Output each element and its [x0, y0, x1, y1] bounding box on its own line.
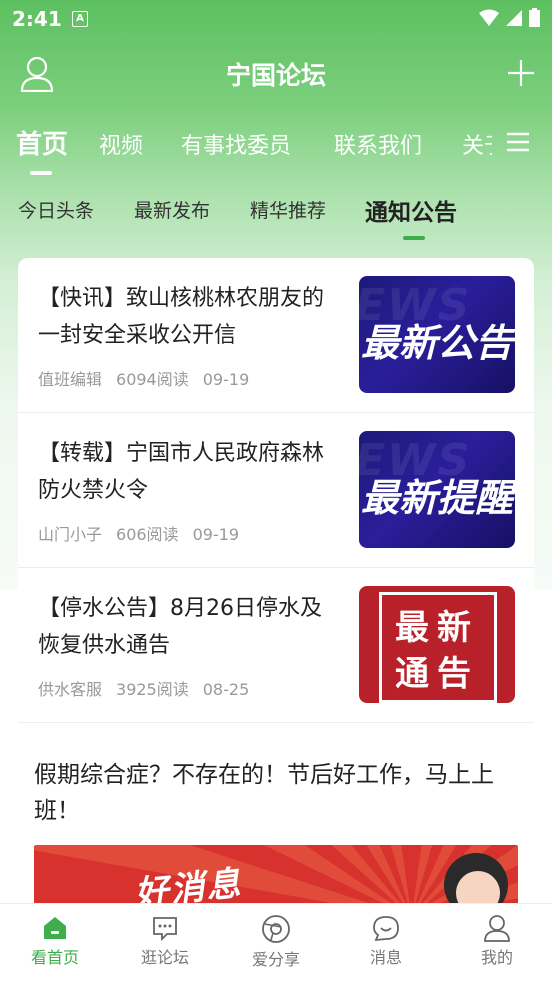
divider — [18, 722, 534, 723]
nav-label: 看首页 — [30, 948, 79, 967]
chat-icon — [153, 917, 177, 942]
wifi-icon — [479, 9, 499, 26]
news-item[interactable]: 【快讯】致山核桃林农朋友的一封安全采收公开信 值班编辑 6094阅读 09-19 E… — [18, 258, 534, 413]
sub-tab-indicator — [403, 236, 425, 240]
main-tab-indicator — [30, 171, 52, 175]
subtab-featured[interactable]: 精华推荐 — [250, 196, 326, 223]
subtab-notices[interactable]: 通知公告 — [365, 193, 457, 227]
battery-icon — [529, 8, 540, 27]
news-item[interactable]: 【转载】宁国市人民政府森林防火禁火令 山门小子 606阅读 09-19 EWS 最新… — [18, 413, 534, 568]
tab-home[interactable]: 首页 — [16, 124, 68, 161]
profile-icon — [484, 915, 510, 942]
news-date: 09-19 — [192, 525, 240, 544]
banner-text: 好消息 — [132, 863, 245, 905]
status-time: 2:41 — [12, 7, 62, 31]
app-title: 宁国论坛 — [225, 61, 326, 90]
nav-label: 爱分享 — [251, 950, 300, 969]
article-title[interactable]: 假期综合症？不存在的！节后好工作，马上上班！ — [34, 757, 518, 829]
subtab-latest[interactable]: 最新发布 — [134, 196, 210, 223]
nav-label: 我的 — [480, 948, 513, 967]
news-date: 08-25 — [202, 680, 250, 699]
message-icon — [373, 916, 399, 942]
nav-label: 消息 — [369, 948, 402, 967]
news-reads: 6094阅读 — [116, 370, 189, 389]
nav-profile[interactable]: 我的 — [447, 914, 547, 968]
status-bar: 2:41 A — [0, 0, 552, 38]
news-thumbnail: EWS 最新公告 — [359, 276, 515, 393]
home-icon — [44, 917, 66, 939]
nav-share[interactable]: 爱分享 — [226, 914, 326, 970]
thumb-text-line2: 通告 — [395, 654, 479, 694]
signal-icon — [506, 9, 522, 26]
subtab-headlines[interactable]: 今日头条 — [18, 196, 94, 223]
news-author: 值班编辑 — [38, 370, 103, 389]
news-title: 【快讯】致山核桃林农朋友的一封安全采收公开信 — [38, 286, 325, 348]
news-title: 【转载】宁国市人民政府森林防火禁火令 — [38, 441, 325, 503]
nav-home[interactable]: 看首页 — [5, 914, 105, 968]
bottom-navigation: 看首页 逛论坛 爱分享 消息 我的 — [0, 903, 552, 984]
news-author: 山门小子 — [38, 525, 103, 544]
thumb-text: 最新公告 — [360, 321, 513, 365]
nav-label: 逛论坛 — [140, 948, 189, 967]
tab-about[interactable]: 关于 — [462, 128, 492, 160]
news-title: 【停水公告】8月26日停水及恢复供水通告 — [38, 596, 322, 658]
news-author: 供水客服 — [38, 680, 103, 699]
news-reads: 606阅读 — [116, 525, 179, 544]
news-meta: 值班编辑 6094阅读 09-19 — [38, 366, 263, 390]
tab-committee[interactable]: 有事找委员 — [181, 128, 291, 160]
article-banner[interactable]: 好消息 — [34, 845, 518, 905]
news-reads: 3925阅读 — [116, 680, 189, 699]
news-thumbnail: EWS 最新提醒 — [359, 431, 515, 548]
nav-forum[interactable]: 逛论坛 — [115, 914, 215, 968]
news-item[interactable]: 【停水公告】8月26日停水及恢复供水通告 供水客服 3925阅读 08-25 最新 … — [18, 568, 534, 723]
notification-icon: A — [72, 11, 88, 27]
news-date: 09-19 — [202, 370, 250, 389]
menu-icon[interactable] — [505, 131, 531, 157]
news-meta: 山门小子 606阅读 09-19 — [38, 521, 253, 545]
news-thumbnail: 最新 通告 — [359, 586, 515, 703]
share-icon — [262, 915, 290, 943]
add-icon[interactable] — [506, 58, 536, 92]
news-meta: 供水客服 3925阅读 08-25 — [38, 676, 263, 700]
thumb-text: 最新提醒 — [360, 476, 513, 520]
app-header: 宁国论坛 — [0, 50, 552, 100]
thumb-text-line1: 最新 — [395, 608, 479, 648]
tab-about-clip: 关于 — [462, 118, 492, 168]
nav-messages[interactable]: 消息 — [336, 914, 436, 968]
tab-video[interactable]: 视频 — [99, 128, 143, 160]
tab-contact[interactable]: 联系我们 — [334, 128, 422, 160]
sub-tabs: 今日头条 最新发布 精华推荐 通知公告 — [0, 190, 552, 230]
